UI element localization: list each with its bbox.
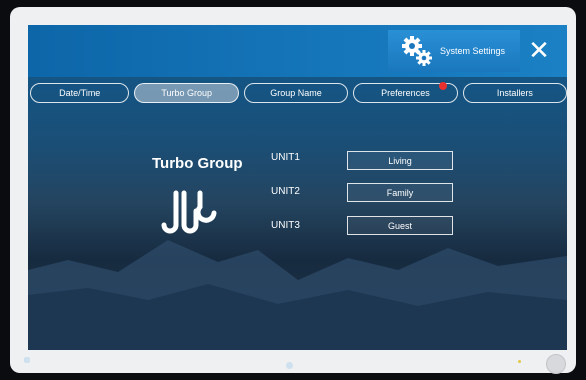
tab-label: Installers <box>496 88 533 98</box>
header-bar: System Settings ✕ <box>28 25 567 77</box>
unit3-name-field[interactable]: Guest <box>347 216 453 235</box>
home-icon[interactable] <box>286 362 293 369</box>
tab-bar: Date/Time Turbo Group Group Name Prefere… <box>28 82 567 105</box>
back-icon[interactable] <box>24 357 30 363</box>
avatar[interactable] <box>546 354 566 374</box>
turbo-group-logo-icon <box>161 190 217 234</box>
unit2-label: UNIT2 <box>271 186 300 197</box>
tab-label: Turbo Group <box>161 88 213 98</box>
notification-badge <box>438 82 447 90</box>
tab-installers[interactable]: Installers <box>462 83 567 103</box>
gears-icon <box>400 34 434 68</box>
unit1-name-field[interactable]: Living <box>347 151 453 170</box>
unit2-name-field[interactable]: Family <box>347 183 453 202</box>
unit1-label: UNIT1 <box>271 152 300 163</box>
system-settings-button[interactable]: System Settings <box>388 30 520 72</box>
tab-label: Preferences <box>381 88 430 98</box>
tab-label: Group Name <box>270 88 322 98</box>
status-indicator <box>518 360 521 363</box>
close-icon[interactable]: ✕ <box>525 35 553 65</box>
tab-turbo-group[interactable]: Turbo Group <box>134 83 239 103</box>
tab-group-name[interactable]: Group Name <box>243 83 349 103</box>
system-settings-label: System Settings <box>440 46 506 56</box>
app-screen: System Settings ✕ Date/Time Turbo Group … <box>28 25 567 350</box>
tab-date-time[interactable]: Date/Time <box>30 83 130 103</box>
page-title: Turbo Group <box>152 155 243 172</box>
unit3-label: UNIT3 <box>271 220 300 231</box>
tab-label: Date/Time <box>59 88 101 98</box>
tab-preferences[interactable]: Preferences <box>353 82 458 103</box>
